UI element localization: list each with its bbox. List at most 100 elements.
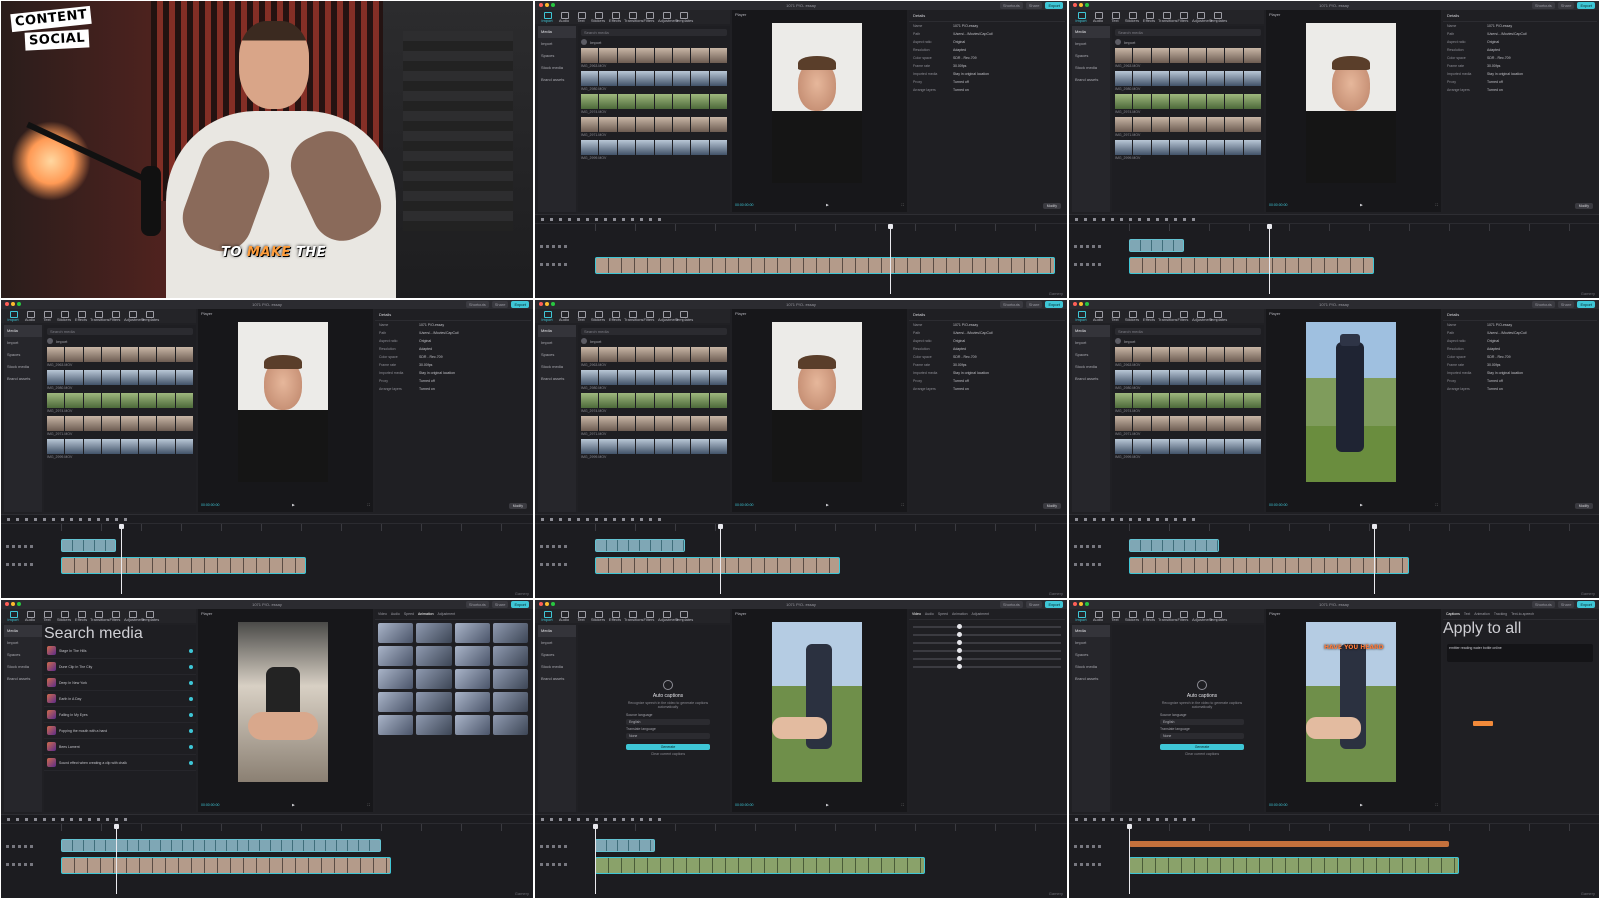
toolbar-transitions-button[interactable]: Transitions <box>624 309 643 323</box>
nav-item[interactable]: Import <box>538 337 576 349</box>
media-clip-thumbnail[interactable] <box>581 48 727 63</box>
import-icon[interactable] <box>1115 338 1121 344</box>
shortcuts-button[interactable]: Shortcuts <box>1531 601 1555 608</box>
generate-button[interactable]: Generate <box>1160 744 1244 750</box>
effect-thumbnail[interactable] <box>454 715 490 735</box>
main-track-clip[interactable] <box>595 557 840 574</box>
import-icon[interactable] <box>581 338 587 344</box>
media-clip-thumbnail[interactable] <box>581 416 727 431</box>
toolbar-filters-button[interactable]: Filters <box>107 609 123 623</box>
toolbar-filters-button[interactable]: Filters <box>641 10 657 24</box>
main-track-clip[interactable] <box>1129 257 1374 274</box>
shortcuts-button[interactable]: Shortcuts <box>999 601 1023 608</box>
add-music-icon[interactable] <box>189 712 193 717</box>
window-controls[interactable] <box>539 3 555 7</box>
search-input[interactable]: Search media <box>581 328 727 335</box>
media-clip-thumbnail[interactable] <box>581 140 727 155</box>
effect-thumbnail[interactable] <box>378 623 414 643</box>
toolbar-effects-button[interactable]: Effects <box>1141 609 1157 623</box>
media-clip-thumbnail[interactable] <box>581 347 727 362</box>
toolbar-import-button[interactable]: Import <box>539 10 555 24</box>
toolbar-audio-button[interactable]: Audio <box>556 309 572 323</box>
tab-audio[interactable]: Audio <box>925 612 934 616</box>
nav-item[interactable]: Media <box>538 26 576 38</box>
export-button[interactable]: Export <box>1045 601 1063 608</box>
search-input[interactable]: Search media <box>44 625 196 643</box>
effect-thumbnail[interactable] <box>416 715 452 735</box>
effect-thumbnail[interactable] <box>378 646 414 666</box>
shortcuts-button[interactable]: Shortcuts <box>999 2 1023 9</box>
nav-item[interactable]: Spaces <box>4 649 42 661</box>
import-icon[interactable] <box>581 39 587 45</box>
import-icon[interactable] <box>1115 39 1121 45</box>
media-clip-thumbnail[interactable] <box>47 393 193 408</box>
tab-video[interactable]: Video <box>912 612 921 616</box>
export-button[interactable]: Export <box>1045 2 1063 9</box>
toolbar-effects-button[interactable]: Effects <box>607 609 623 623</box>
toolbar-import-button[interactable]: Import <box>1073 609 1089 623</box>
overlay-track-clip[interactable] <box>61 839 381 852</box>
toolbar-text-button[interactable]: Text <box>573 309 589 323</box>
window-controls[interactable] <box>539 302 555 306</box>
nav-item[interactable]: Import <box>1072 38 1110 50</box>
export-button[interactable]: Export <box>1045 301 1063 308</box>
music-item[interactable]: Popping the mouth with a hand <box>44 723 196 739</box>
play-icon[interactable]: ▶ <box>1360 503 1363 509</box>
toolbar-audio-button[interactable]: Audio <box>556 609 572 623</box>
media-clip-thumbnail[interactable] <box>47 416 193 431</box>
window-controls[interactable] <box>539 602 555 606</box>
toolbar-audio-button[interactable]: Audio <box>1090 609 1106 623</box>
playhead[interactable] <box>114 824 119 894</box>
nav-item[interactable]: Brand assets <box>4 373 42 385</box>
nav-item[interactable]: Import <box>1072 337 1110 349</box>
playhead[interactable] <box>888 224 893 294</box>
nav-item[interactable]: Stock media <box>1072 661 1110 673</box>
shortcuts-button[interactable]: Shortcuts <box>465 301 489 308</box>
nav-item[interactable]: Import <box>1072 637 1110 649</box>
effect-thumbnail[interactable] <box>492 623 528 643</box>
toolbar-templates-button[interactable]: Templates <box>1209 10 1227 24</box>
track-controls[interactable] <box>1074 241 1114 277</box>
export-button[interactable]: Export <box>511 601 529 608</box>
media-clip-thumbnail[interactable] <box>581 94 727 109</box>
nav-item[interactable]: Spaces <box>538 50 576 62</box>
modify-button[interactable]: Modify <box>1574 203 1593 209</box>
media-clip-thumbnail[interactable] <box>1115 48 1261 63</box>
share-button[interactable]: Share <box>1025 301 1043 308</box>
toolbar-adjustment-button[interactable]: Adjustment <box>1192 609 1212 623</box>
export-button[interactable]: Export <box>511 301 529 308</box>
playhead[interactable] <box>1372 524 1377 594</box>
nav-item[interactable]: Spaces <box>1072 50 1110 62</box>
music-item[interactable]: Bees Lament <box>44 739 196 755</box>
toolbar-effects-button[interactable]: Effects <box>73 309 89 323</box>
media-clip-thumbnail[interactable] <box>1115 71 1261 86</box>
clear-captions-checkbox[interactable]: Clear current captions <box>618 752 718 756</box>
nav-item[interactable]: Brand assets <box>4 673 42 685</box>
toolbar-transitions-button[interactable]: Transitions <box>90 309 109 323</box>
play-icon[interactable]: ▶ <box>826 803 829 809</box>
playhead[interactable] <box>593 824 598 894</box>
music-item[interactable]: Earth In A Day <box>44 691 196 707</box>
play-icon[interactable]: ▶ <box>826 503 829 509</box>
timeline-toolbar[interactable] <box>1069 815 1599 824</box>
track-controls[interactable] <box>540 541 580 577</box>
nav-item[interactable]: Spaces <box>1072 649 1110 661</box>
generate-button[interactable]: Generate <box>626 744 710 750</box>
player-frame[interactable] <box>238 622 328 782</box>
toolbar-transitions-button[interactable]: Transitions <box>90 609 109 623</box>
toolbar-effects-button[interactable]: Effects <box>607 10 623 24</box>
timeline-toolbar[interactable] <box>535 515 1067 524</box>
toolbar-templates-button[interactable]: Templates <box>1209 609 1227 623</box>
playhead[interactable] <box>119 524 124 594</box>
fullscreen-icon[interactable]: ⛶ <box>368 503 370 509</box>
caption-text-input[interactable]: emitter reading water bottle online <box>1447 644 1593 662</box>
tab-text-2[interactable]: Animation <box>1474 612 1490 616</box>
toolbar-text-button[interactable]: Text <box>1107 309 1123 323</box>
effect-thumbnail[interactable] <box>378 692 414 712</box>
toolbar-import-button[interactable]: Import <box>539 309 555 323</box>
overlay-track-clip[interactable] <box>595 839 655 852</box>
toolbar-text-button[interactable]: Text <box>1107 609 1123 623</box>
toolbar-stickers-button[interactable]: Stickers <box>590 609 606 623</box>
music-item[interactable]: Deep In New York <box>44 675 196 691</box>
source-language-select[interactable]: English <box>626 719 710 725</box>
